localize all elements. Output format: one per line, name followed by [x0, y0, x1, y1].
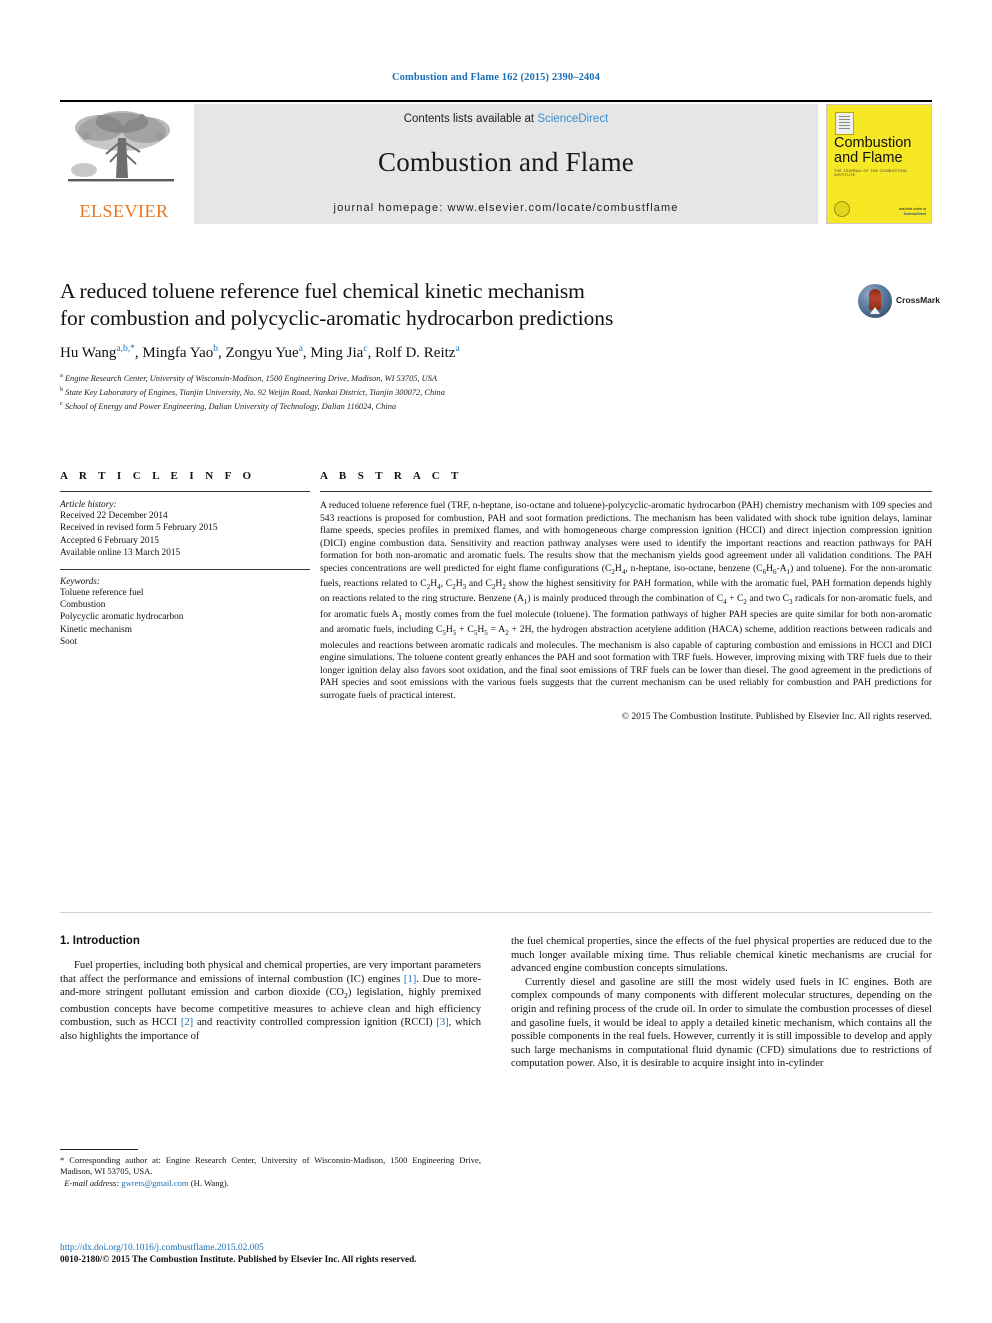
- email-note: E-mail address: gwrets@gmail.com (H. Wan…: [60, 1178, 481, 1189]
- author-3[interactable]: Ming Jiac: [310, 344, 368, 361]
- running-head: Combustion and Flame 162 (2015) 2390–240…: [392, 72, 600, 83]
- author-4-marks: a: [455, 344, 460, 354]
- cover-title-line2: and Flame: [834, 150, 903, 166]
- author-1-name: Mingfa Yao: [142, 345, 214, 361]
- affiliation-1: b State Key Laboratory of Engines, Tianj…: [60, 384, 932, 398]
- email-suffix: (H. Wang).: [190, 1177, 229, 1188]
- title-block: A reduced toluene reference fuel chemica…: [60, 278, 932, 413]
- sciencedirect-link[interactable]: ScienceDirect: [537, 113, 608, 125]
- cover-title: Combustion and Flame: [834, 136, 926, 166]
- title-line-2: for combustion and polycyclic-aromatic h…: [60, 306, 614, 330]
- journal-cover-thumbnail: Combustion and Flame THE JOURNAL OF THE …: [826, 104, 932, 224]
- affiliation-0-mark: a: [60, 372, 63, 379]
- author-4[interactable]: Rolf D. Reitza: [375, 344, 460, 361]
- author-4-name: Rolf D. Reitz: [375, 345, 456, 361]
- masthead-rule: [60, 100, 932, 102]
- author-1[interactable]: Mingfa Yaob: [142, 344, 218, 361]
- author-0-marks: a,b,*: [116, 344, 135, 354]
- affiliation-1-mark: b: [60, 386, 64, 394]
- article-info-column: Article history: Received 22 December 20…: [60, 500, 310, 724]
- contents-line: Contents lists available at ScienceDirec…: [404, 113, 609, 125]
- contents-prefix: Contents lists available at: [403, 113, 538, 125]
- abstract-column: A reduced toluene reference fuel (TRF, n…: [320, 500, 932, 724]
- footnote-block: * Corresponding author at: Engine Resear…: [60, 1149, 481, 1189]
- history-item-3: Available online 13 March 2015: [60, 548, 181, 559]
- journal-masthead: ELSEVIER Contents lists available at Sci…: [60, 100, 932, 224]
- issn-copyright: 0010-2180/© 2015 The Combustion Institut…: [60, 1254, 417, 1264]
- email-label: E-mail address:: [64, 1177, 120, 1188]
- history-label: Article history:: [60, 500, 117, 510]
- keyword-0: Toluene reference fuel: [60, 587, 144, 598]
- corresponding-author-note: * Corresponding author at: Engine Resear…: [60, 1155, 481, 1177]
- section-heading-introduction: 1. Introduction: [60, 935, 140, 947]
- paper-page: Combustion and Flame 162 (2015) 2390–240…: [0, 0, 992, 1323]
- email-link[interactable]: gwrets@gmail.com: [121, 1178, 188, 1188]
- intro-paragraph-right-1: Currently diesel and gasoline are still …: [511, 976, 932, 1070]
- author-2-marks: a: [298, 344, 303, 354]
- affiliation-2: c School of Energy and Power Engineering…: [60, 398, 932, 412]
- author-1-marks: b: [213, 344, 218, 354]
- page-footer: http://dx.doi.org/10.1016/j.combustflame…: [60, 1243, 932, 1264]
- cover-badge-icon: [834, 201, 850, 217]
- history-item-2: Accepted 6 February 2015: [60, 535, 159, 546]
- keyword-4: Soot: [60, 637, 78, 648]
- doi-link[interactable]: http://dx.doi.org/10.1016/j.combustflame…: [60, 1243, 932, 1253]
- keyword-1: Combustion: [60, 600, 106, 611]
- cover-footer-line2: ScienceDirect: [903, 212, 926, 216]
- affiliation-1-text: State Key Laboratory of Engines, Tianjin…: [65, 388, 445, 397]
- cover-elsevier-icon: [835, 112, 854, 135]
- affiliation-2-text: School of Energy and Power Engineering, …: [64, 402, 397, 412]
- cover-title-line1: Combustion: [834, 135, 912, 151]
- cover-subtitle: THE JOURNAL OF THE COMBUSTION INSTITUTE: [834, 169, 907, 177]
- body-columns: 1. Introduction Fuel properties, includi…: [60, 935, 932, 1071]
- author-list: Hu Wanga,b,*, Mingfa Yaob, Zongyu Yuea, …: [60, 344, 460, 361]
- page-title: A reduced toluene reference fuel chemica…: [60, 278, 820, 332]
- elsevier-tree-icon: [68, 111, 174, 182]
- affiliation-0-text: Engine Research Center, University of Wi…: [64, 373, 438, 383]
- info-rule: [60, 491, 310, 492]
- intro-paragraph-left-0: Fuel properties, including both physical…: [60, 960, 482, 1043]
- author-2-name: Zongyu Yue: [225, 345, 299, 361]
- journal-homepage-link[interactable]: journal homepage: www.elsevier.com/locat…: [334, 202, 679, 214]
- intro-paragraph-right-0: the fuel chemical properties, since the …: [511, 936, 932, 975]
- body-separator: [60, 912, 932, 913]
- keyword-3: Kinetic mechanism: [60, 624, 133, 635]
- keywords-label: Keywords:: [60, 576, 100, 587]
- affiliation-list: a Engine Research Center, University of …: [60, 370, 932, 413]
- journal-title: Combustion and Flame: [378, 147, 634, 177]
- abstract-paragraph: A reduced toluene reference fuel (TRF, n…: [320, 500, 932, 701]
- affiliation-0: a Engine Research Center, University of …: [60, 370, 932, 384]
- article-info-heading: A R T I C L E I N F O: [60, 470, 256, 482]
- history-item-0: Received 22 December 2014: [60, 511, 168, 521]
- masthead-center: Contents lists available at ScienceDirec…: [194, 104, 818, 224]
- author-3-marks: c: [363, 344, 368, 354]
- author-0-name: Hu Wang: [60, 345, 117, 361]
- abstract-heading: A B S T R A C T: [320, 470, 463, 482]
- info-abstract-block: A R T I C L E I N F O A B S T R A C T Ar…: [60, 470, 932, 724]
- author-0[interactable]: Hu Wanga,b,*: [60, 344, 135, 361]
- body-column-left: 1. Introduction Fuel properties, includi…: [60, 935, 481, 1071]
- keywords-separator: [60, 568, 310, 570]
- keyword-2: Polycyclic aromatic hydrocarbon: [60, 612, 184, 623]
- affiliation-2-mark: c: [60, 400, 63, 408]
- cover-footer: available online at ScienceDirect: [870, 207, 926, 217]
- author-3-name: Ming Jia: [310, 345, 364, 361]
- title-line-1: A reduced toluene reference fuel chemica…: [60, 279, 585, 303]
- abstract-copyright: © 2015 The Combustion Institute. Publish…: [621, 711, 932, 723]
- elsevier-logo: ELSEVIER: [60, 104, 188, 224]
- history-item-1: Received in revised form 5 February 2015: [60, 523, 218, 534]
- elsevier-wordmark: ELSEVIER: [79, 201, 169, 221]
- author-2[interactable]: Zongyu Yuea: [225, 344, 303, 361]
- body-column-right: the fuel chemical properties, since the …: [511, 935, 932, 1071]
- abstract-rule: [320, 491, 932, 492]
- footnote-rule: [60, 1149, 138, 1150]
